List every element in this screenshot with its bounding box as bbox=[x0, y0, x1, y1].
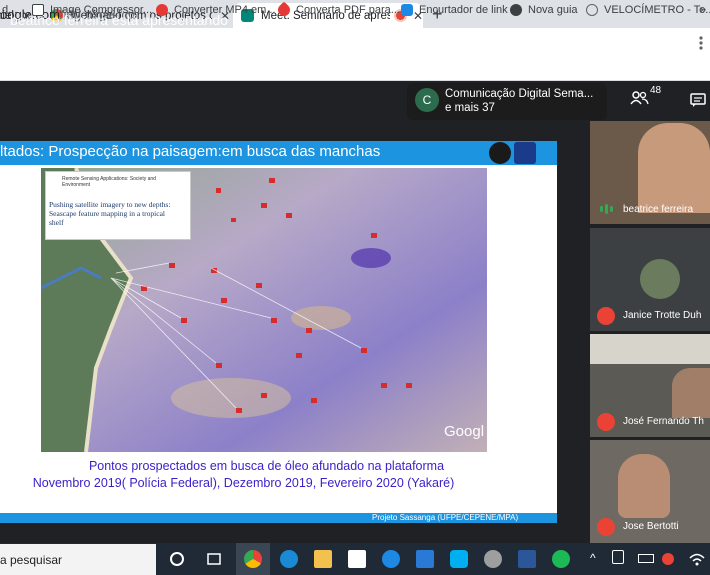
task-view-icon[interactable] bbox=[205, 550, 223, 568]
people-button[interactable]: 48 bbox=[630, 85, 661, 106]
mail-icon[interactable] bbox=[416, 550, 434, 568]
battery-icon[interactable] bbox=[638, 554, 654, 563]
store-icon[interactable] bbox=[348, 550, 366, 568]
tray-alert-icon[interactable] bbox=[662, 553, 674, 565]
slide-footer-text: Projeto Sassanga (UFPE/CEPENE/MPA) bbox=[372, 513, 519, 522]
participant-video bbox=[590, 334, 710, 364]
participant-avatar bbox=[640, 259, 680, 299]
wifi-icon[interactable] bbox=[688, 550, 706, 568]
participant-name: Jose Bertotti bbox=[623, 521, 679, 532]
bookmarks-bar bbox=[0, 57, 710, 81]
globe-icon bbox=[510, 4, 522, 16]
slide-title: ltados: Prospecção na paisagem:em busca … bbox=[0, 143, 381, 160]
taskbar-search-text[interactable]: a pesquisar bbox=[0, 553, 62, 567]
tray-chevron-up-icon[interactable]: ^ bbox=[590, 551, 596, 565]
participant-name: José Fernando Th bbox=[623, 416, 704, 427]
project-logo bbox=[489, 142, 511, 164]
participant-name: beatrice ferreira bbox=[623, 204, 694, 215]
skype-icon[interactable] bbox=[450, 550, 468, 568]
more-menu-icon[interactable] bbox=[697, 35, 705, 51]
tray-device-icon[interactable] bbox=[612, 550, 624, 564]
chrome-icon[interactable] bbox=[244, 550, 262, 568]
word-icon[interactable] bbox=[518, 550, 536, 568]
meeting-title: Comunicação Digital Sema... e mais 37 bbox=[445, 88, 594, 114]
participant-video bbox=[672, 368, 710, 418]
file-explorer-icon[interactable] bbox=[314, 550, 332, 568]
slide-caption-line2: Novembro 2019( Polícia Federal), Dezembr… bbox=[32, 476, 455, 490]
participant-name: Janice Trotte Duh bbox=[623, 310, 702, 321]
slide-caption-line1: Pontos prospectados em busca de óleo afu… bbox=[88, 459, 445, 473]
paint-icon[interactable] bbox=[484, 550, 502, 568]
spotify-icon[interactable] bbox=[552, 550, 570, 568]
university-logo bbox=[514, 142, 536, 164]
edge-icon[interactable] bbox=[280, 550, 298, 568]
speedometer-icon bbox=[586, 4, 598, 16]
link-icon bbox=[401, 4, 413, 16]
bookmark-converta-pdf[interactable]: Converta PDF para... bbox=[275, 1, 400, 19]
bookmark-velocimetro[interactable]: VELOCÍMETRO - Te... bbox=[586, 4, 710, 16]
people-count: 48 bbox=[650, 84, 662, 96]
mic-off-icon bbox=[597, 307, 615, 325]
bookmarks-overflow-icon[interactable]: » bbox=[700, 4, 706, 16]
heart-icon bbox=[275, 1, 293, 19]
paper-journal: Remote Sensing Applications: Society and… bbox=[62, 176, 156, 188]
cortana-icon[interactable] bbox=[168, 550, 186, 568]
participant-video bbox=[638, 123, 710, 213]
maps-icon[interactable] bbox=[382, 550, 400, 568]
bookmark-nova-guia[interactable]: Nova guia bbox=[510, 4, 578, 16]
people-icon bbox=[630, 91, 649, 105]
speaking-indicator-icon bbox=[600, 204, 613, 214]
mic-off-icon bbox=[597, 518, 615, 536]
participant-video bbox=[618, 454, 670, 518]
meeting-avatar: C bbox=[415, 88, 439, 112]
chat-icon[interactable] bbox=[690, 92, 706, 108]
google-watermark: Googl bbox=[444, 423, 485, 440]
mic-off-icon bbox=[597, 413, 615, 431]
address-bar[interactable] bbox=[0, 28, 710, 57]
paper-title: Pushing satellite imagery to new depths:… bbox=[49, 200, 171, 227]
bookmark-encurtador[interactable]: Encurtador de link bbox=[401, 4, 508, 16]
presenting-banner: beatrice ferreira está apresentando bbox=[10, 12, 228, 28]
